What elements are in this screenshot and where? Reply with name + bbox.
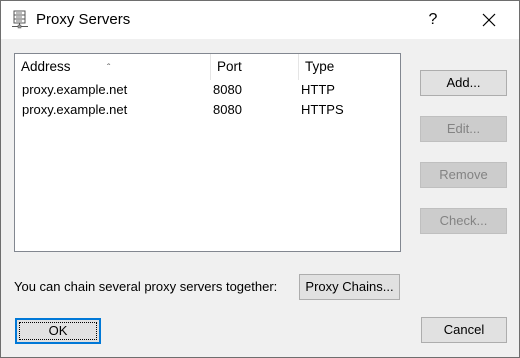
title-bar: Proxy Servers ? [1, 1, 519, 39]
ok-button[interactable]: OK [15, 318, 101, 344]
close-icon [482, 13, 496, 27]
list-row[interactable]: proxy.example.net 8080 HTTPS [15, 100, 400, 120]
focus-rect [19, 322, 97, 340]
column-label-address: Address [21, 59, 71, 74]
column-label-port: Port [217, 59, 242, 74]
proxy-servers-dialog: Proxy Servers ? Address ˆ Port Type prox… [0, 0, 520, 358]
cell-type: HTTP [301, 82, 335, 97]
cell-address: proxy.example.net [22, 82, 128, 97]
remove-button[interactable]: Remove [420, 162, 507, 188]
sort-ascending-icon: ˆ [107, 63, 111, 74]
help-button[interactable]: ? [421, 5, 445, 35]
list-row[interactable]: proxy.example.net 8080 HTTP [15, 80, 400, 100]
cell-port: 8080 [213, 102, 242, 117]
column-header-type[interactable]: Type [298, 54, 398, 80]
cancel-button[interactable]: Cancel [421, 317, 507, 343]
column-label-type: Type [305, 59, 335, 74]
edit-button[interactable]: Edit... [420, 116, 507, 142]
server-icon [11, 10, 29, 30]
column-header-address[interactable]: Address ˆ [15, 54, 210, 80]
cell-port: 8080 [213, 82, 242, 97]
chain-description: You can chain several proxy servers toge… [14, 279, 278, 294]
cell-address: proxy.example.net [22, 102, 128, 117]
cell-type: HTTPS [301, 102, 344, 117]
close-button[interactable] [471, 5, 507, 35]
proxy-list[interactable]: Address ˆ Port Type proxy.example.net 80… [14, 53, 401, 252]
proxy-chains-button[interactable]: Proxy Chains... [299, 274, 400, 300]
window-title: Proxy Servers [36, 11, 131, 28]
column-header-port[interactable]: Port [210, 54, 298, 80]
check-button[interactable]: Check... [420, 208, 507, 234]
add-button[interactable]: Add... [420, 70, 507, 96]
list-header: Address ˆ Port Type [15, 54, 400, 80]
